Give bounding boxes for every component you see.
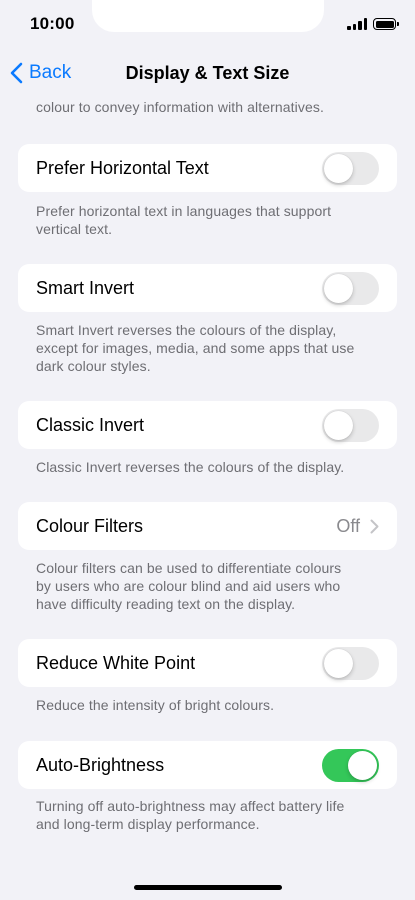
- footnote-line: dark colour styles.: [36, 358, 151, 374]
- home-indicator[interactable]: [134, 885, 282, 890]
- chevron-right-icon: [370, 519, 379, 534]
- section-footnote: Reduce the intensity of bright colours.: [0, 696, 415, 714]
- page-title: Display & Text Size: [125, 63, 290, 83]
- toggle-knob: [324, 649, 353, 678]
- navigation-bar: Back Display & Text Size: [0, 50, 415, 96]
- row-label: Prefer Horizontal Text: [36, 158, 209, 178]
- reduce-white-point-toggle[interactable]: [322, 647, 379, 680]
- status-bar: 10:00: [0, 0, 415, 50]
- row-label: Smart Invert: [36, 278, 135, 298]
- classic-invert-row[interactable]: Classic Invert: [18, 401, 397, 449]
- prefer-horizontal-text-toggle[interactable]: [322, 152, 379, 185]
- status-time: 10:00: [30, 14, 75, 33]
- row-label: Colour Filters: [36, 516, 144, 536]
- section-footnote: Classic Invert reverses the colours of t…: [0, 458, 415, 476]
- footnote-line: Turning off auto-brightness may affect b…: [36, 798, 345, 814]
- colour-filters-row[interactable]: Colour Filters Off: [18, 502, 397, 550]
- toggle-knob: [324, 154, 353, 183]
- smart-invert-row[interactable]: Smart Invert: [18, 264, 397, 312]
- section-footnote: Colour filters can be used to differenti…: [0, 559, 415, 613]
- section-footnote: Smart Invert reverses the colours of the…: [0, 321, 415, 375]
- classic-invert-toggle[interactable]: [322, 409, 379, 442]
- footnote-line: vertical text.: [36, 221, 113, 237]
- row-label: Reduce White Point: [36, 653, 196, 673]
- device-notch: [92, 0, 324, 32]
- toggle-knob: [324, 411, 353, 440]
- reduce-white-point-row[interactable]: Reduce White Point: [18, 639, 397, 687]
- footnote-line: Colour filters can be used to differenti…: [36, 560, 342, 576]
- footnote-line: Classic Invert reverses the colours of t…: [36, 459, 345, 475]
- section-footnote: colour to convey information with altern…: [36, 99, 324, 115]
- row-label: Auto-Brightness: [36, 755, 165, 775]
- section-footnote: Prefer horizontal text in languages that…: [0, 202, 415, 238]
- footnote-line: Reduce the intensity of bright colours.: [36, 697, 275, 713]
- footnote-line: except for images, media, and some apps …: [36, 340, 355, 356]
- auto-brightness-row[interactable]: Auto-Brightness: [18, 741, 397, 789]
- cellular-signal-icon: [347, 18, 367, 30]
- toggle-knob: [348, 751, 377, 780]
- footnote-line: Smart Invert reverses the colours of the…: [36, 322, 337, 338]
- prefer-horizontal-text-row[interactable]: Prefer Horizontal Text: [18, 144, 397, 192]
- auto-brightness-toggle[interactable]: [322, 749, 379, 782]
- footnote-line: by users who are colour blind and aid us…: [36, 578, 341, 594]
- row-label: Classic Invert: [36, 415, 145, 435]
- row-value: Off: [336, 516, 379, 537]
- section-footnote: Turning off auto-brightness may affect b…: [0, 797, 415, 833]
- smart-invert-toggle[interactable]: [322, 272, 379, 305]
- toggle-knob: [324, 274, 353, 303]
- colour-filters-value: Off: [336, 516, 360, 536]
- footnote-line: Prefer horizontal text in languages that…: [36, 203, 332, 219]
- footnote-line: have difficulty reading text on the disp…: [36, 596, 296, 612]
- battery-full-icon: [373, 18, 399, 30]
- footnote-line: and long-term display performance.: [36, 816, 260, 832]
